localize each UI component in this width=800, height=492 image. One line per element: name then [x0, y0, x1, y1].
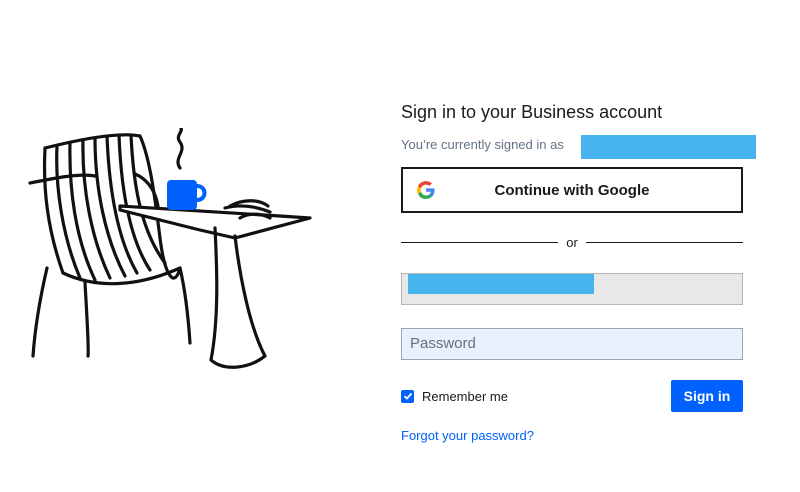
redacted-account — [581, 135, 756, 159]
signed-in-text: You’re currently signed in as — [401, 137, 564, 152]
google-button-label: Continue with Google — [494, 181, 650, 199]
remember-me-checkbox[interactable] — [401, 389, 414, 403]
divider-text: or — [566, 234, 578, 250]
checkbox-check-icon — [403, 392, 412, 400]
or-divider: or — [401, 231, 743, 253]
signed-in-note: You’re currently signed in as — [401, 135, 756, 159]
form-actions: Remember me Sign in — [401, 380, 743, 412]
google-g-icon — [417, 181, 435, 199]
divider-line-right — [585, 241, 743, 243]
sign-in-button[interactable]: Sign in — [671, 380, 743, 412]
redacted-email — [408, 274, 594, 294]
continue-with-google-button[interactable]: Continue with Google — [401, 167, 743, 213]
remember-me[interactable]: Remember me — [401, 389, 508, 404]
page-title: Sign in to your Business account — [401, 102, 663, 122]
desk-chair-illustration — [28, 128, 312, 369]
email-field[interactable] — [401, 273, 743, 305]
divider-line-left — [401, 241, 559, 243]
remember-me-label: Remember me — [422, 388, 508, 404]
password-field[interactable]: Password — [401, 328, 743, 360]
signin-form: Sign in to your Business account You’re … — [401, 100, 756, 445]
forgot-password-link[interactable]: Forgot your password? — [401, 428, 534, 443]
